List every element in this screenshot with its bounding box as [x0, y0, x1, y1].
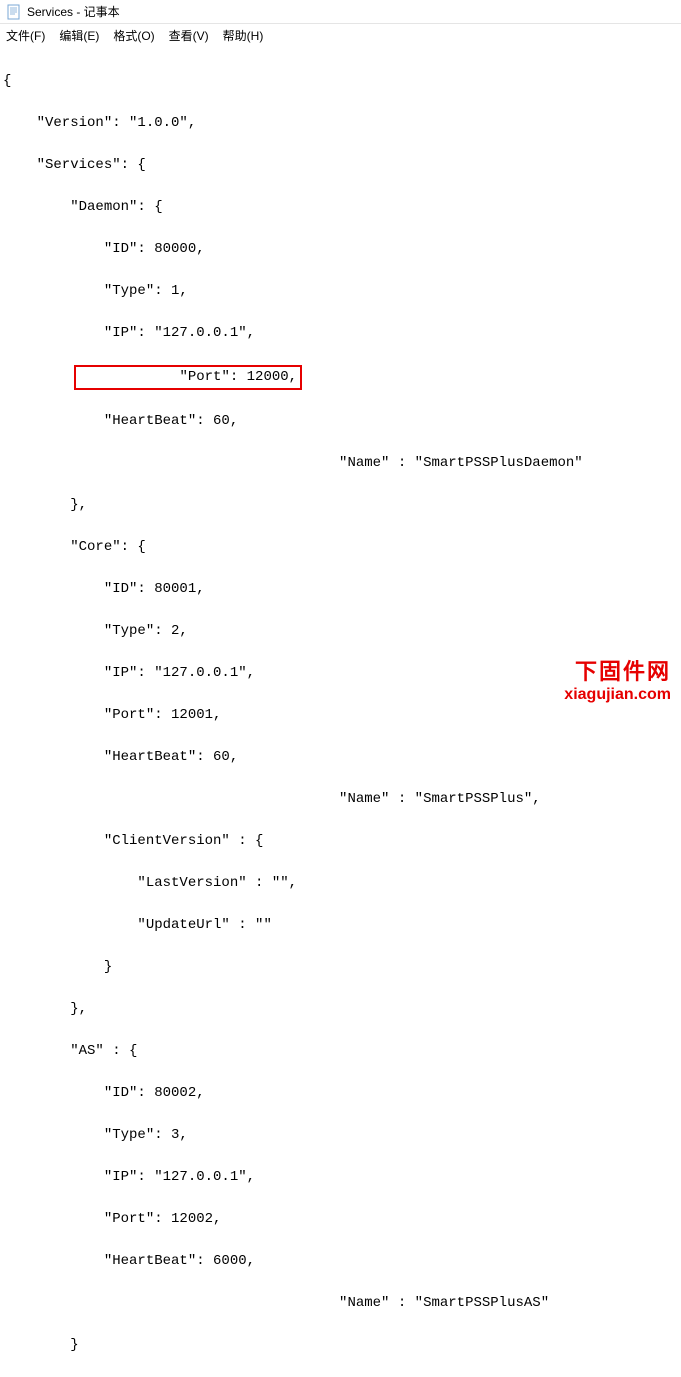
code-line: { [0, 71, 681, 92]
code-line: "Port": 12002, [0, 1209, 681, 1230]
code-line: "Core": { [0, 537, 681, 558]
code-line: "Port": 12001, [0, 705, 681, 726]
code-line: "IP": "127.0.0.1", [0, 1167, 681, 1188]
code-line-highlighted: "Port": 12000, [0, 365, 681, 390]
code-line: "Name" : "SmartPSSPlus", [0, 789, 681, 810]
code-line: "Type": 1, [0, 281, 681, 302]
code-line: "LastVersion" : "", [0, 873, 681, 894]
code-line: "ID": 80001, [0, 579, 681, 600]
code-line: "Services": { [0, 155, 681, 176]
code-line: "AS" : { [0, 1041, 681, 1062]
code-line: "Daemon": { [0, 197, 681, 218]
menu-help[interactable]: 帮助(H) [223, 27, 264, 44]
watermark-text-url: xiagujian.com [564, 686, 671, 704]
menu-format[interactable]: 格式(O) [113, 27, 154, 44]
watermark: 下固件网 xiagujian.com [564, 654, 671, 704]
editor-content[interactable]: { "Version": "1.0.0", "Services": { "Dae… [0, 46, 681, 1377]
notepad-icon [6, 4, 22, 20]
code-line: }, [0, 999, 681, 1020]
code-line: "Type": 3, [0, 1125, 681, 1146]
menu-edit[interactable]: 编辑(E) [59, 27, 99, 44]
code-line: "Type": 2, [0, 621, 681, 642]
code-line: "HeartBeat": 60, [0, 411, 681, 432]
titlebar: Services - 记事本 [0, 0, 681, 24]
code-line: "HeartBeat": 6000, [0, 1251, 681, 1272]
watermark-text-cn: 下固件网 [564, 654, 671, 686]
code-line: }, [0, 495, 681, 516]
code-line: "ClientVersion" : { [0, 831, 681, 852]
code-line: "ID": 80000, [0, 239, 681, 260]
menu-file[interactable]: 文件(F) [6, 27, 45, 44]
code-line: } [0, 957, 681, 978]
menubar: 文件(F) 编辑(E) 格式(O) 查看(V) 帮助(H) [0, 24, 681, 46]
code-line: "Name" : "SmartPSSPlusAS" [0, 1293, 681, 1314]
code-line: } [0, 1335, 681, 1356]
highlight-box: "Port": 12000, [74, 365, 302, 390]
code-line: "ID": 80002, [0, 1083, 681, 1104]
window-title: Services - 记事本 [27, 3, 120, 20]
menu-view[interactable]: 查看(V) [169, 27, 209, 44]
code-line: "UpdateUrl" : "" [0, 915, 681, 936]
code-line: "HeartBeat": 60, [0, 747, 681, 768]
code-line: "Name" : "SmartPSSPlusDaemon" [0, 453, 681, 474]
code-line: "Version": "1.0.0", [0, 113, 681, 134]
code-line: "IP": "127.0.0.1", [0, 323, 681, 344]
